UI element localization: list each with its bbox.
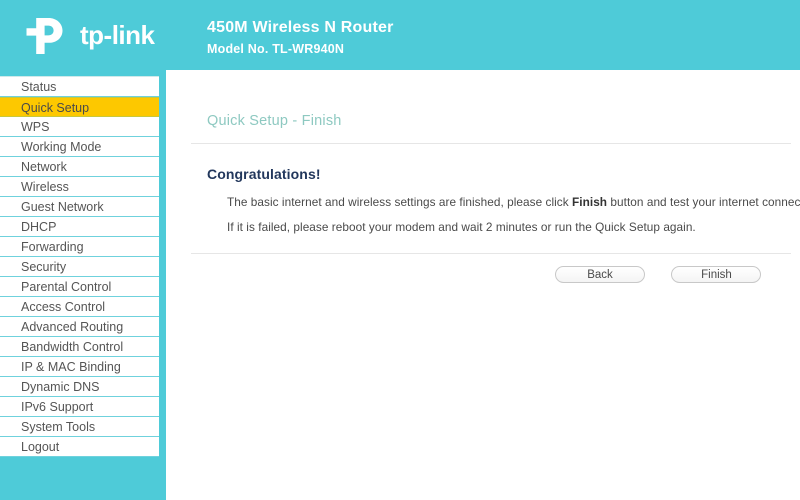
sidebar-item-label: Parental Control	[21, 280, 111, 294]
instruction-part-2: button and test your internet connection…	[607, 195, 800, 209]
sidebar-item-label: Guest Network	[21, 200, 104, 214]
page-title: Quick Setup - Finish	[207, 113, 342, 129]
divider-bottom	[191, 253, 791, 254]
sidebar-item-label: System Tools	[21, 420, 95, 434]
sidebar-item-bandwidth-control[interactable]: Bandwidth Control	[0, 337, 159, 357]
sidebar-item-dynamic-dns[interactable]: Dynamic DNS	[0, 377, 159, 397]
sidebar: Status Quick Setup WPS Working Mode Network W…	[0, 70, 166, 500]
sidebar-item-quick-setup[interactable]: Quick Setup	[0, 97, 159, 117]
main-content: Quick Setup - Finish Congratulations! Th…	[166, 70, 800, 500]
sidebar-item-wps[interactable]: WPS	[0, 117, 159, 137]
router-admin-page: tp-link 450M Wireless N Router Model No.…	[0, 0, 800, 500]
sidebar-item-label: Working Mode	[21, 140, 101, 154]
sidebar-item-label: Forwarding	[21, 240, 84, 254]
sidebar-item-label: IP & MAC Binding	[21, 360, 121, 374]
divider-top	[191, 143, 791, 144]
sidebar-item-label: Bandwidth Control	[21, 340, 123, 354]
sidebar-item-wireless[interactable]: Wireless	[0, 177, 159, 197]
product-title: 450M Wireless N Router	[207, 18, 394, 38]
sidebar-item-label: WPS	[21, 120, 49, 134]
sidebar-item-ipv6-support[interactable]: IPv6 Support	[0, 397, 159, 417]
sidebar-item-security[interactable]: Security	[0, 257, 159, 277]
finish-instruction-text: The basic internet and wireless settings…	[227, 195, 800, 209]
sidebar-item-label: Status	[21, 80, 56, 94]
sidebar-item-label: Access Control	[21, 300, 105, 314]
sidebar-item-label: IPv6 Support	[21, 400, 93, 414]
product-title-block: 450M Wireless N Router Model No. TL-WR94…	[207, 18, 394, 58]
sidebar-item-label: Quick Setup	[21, 101, 89, 115]
sidebar-item-guest-network[interactable]: Guest Network	[0, 197, 159, 217]
sidebar-menu: Status Quick Setup WPS Working Mode Network W…	[0, 76, 159, 457]
sidebar-item-forwarding[interactable]: Forwarding	[0, 237, 159, 257]
sidebar-item-label: DHCP	[21, 220, 56, 234]
sidebar-item-label: Network	[21, 160, 67, 174]
tplink-brand-text: tp-link	[80, 20, 155, 51]
sidebar-item-label: Wireless	[21, 180, 69, 194]
finish-button[interactable]: Finish	[671, 266, 761, 283]
button-row: Back Finish	[555, 266, 761, 284]
product-model: Model No. TL-WR940N	[207, 40, 394, 58]
sidebar-item-network[interactable]: Network	[0, 157, 159, 177]
instruction-part-1: The basic internet and wireless settings…	[227, 195, 572, 209]
sidebar-item-logout[interactable]: Logout	[0, 437, 159, 457]
sidebar-item-advanced-routing[interactable]: Advanced Routing	[0, 317, 159, 337]
sidebar-item-system-tools[interactable]: System Tools	[0, 417, 159, 437]
tplink-p-logo-icon	[22, 16, 72, 61]
tplink-logo: tp-link	[22, 16, 182, 56]
sidebar-item-label: Dynamic DNS	[21, 380, 100, 394]
back-button[interactable]: Back	[555, 266, 645, 283]
sidebar-item-label: Advanced Routing	[21, 320, 123, 334]
sidebar-item-access-control[interactable]: Access Control	[0, 297, 159, 317]
page-header: tp-link 450M Wireless N Router Model No.…	[0, 0, 800, 70]
troubleshoot-text: If it is failed, please reboot your mode…	[227, 220, 696, 234]
sidebar-item-label: Logout	[21, 440, 59, 454]
sidebar-item-parental-control[interactable]: Parental Control	[0, 277, 159, 297]
sidebar-item-label: Security	[21, 260, 66, 274]
sidebar-item-status[interactable]: Status	[0, 77, 159, 97]
sidebar-item-ip-mac-binding[interactable]: IP & MAC Binding	[0, 357, 159, 377]
congratulations-heading: Congratulations!	[207, 166, 321, 182]
finish-keyword: Finish	[572, 195, 607, 209]
sidebar-item-dhcp[interactable]: DHCP	[0, 217, 159, 237]
sidebar-item-working-mode[interactable]: Working Mode	[0, 137, 159, 157]
